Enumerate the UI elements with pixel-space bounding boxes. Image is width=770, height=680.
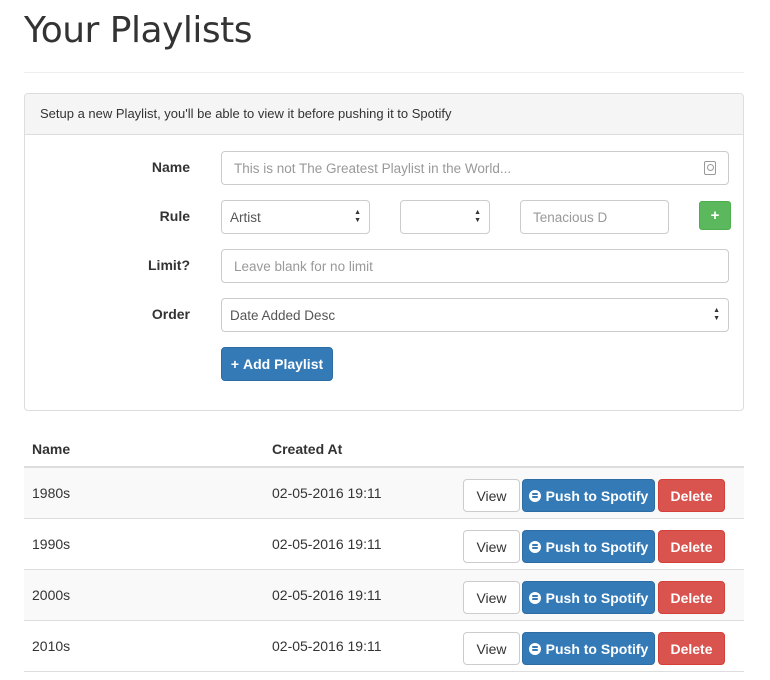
- header-created-at: Created At: [272, 441, 343, 457]
- select-arrows-icon: ▲ ▼: [713, 307, 720, 322]
- add-playlist-label: Add Playlist: [243, 356, 324, 372]
- rule-operator-select[interactable]: ▲ ▼: [400, 200, 490, 234]
- rule-value-input[interactable]: Tenacious D: [520, 200, 669, 234]
- playlist-created-at: 02-05-2016 19:11: [272, 485, 382, 501]
- playlist-created-at: 02-05-2016 19:11: [272, 638, 382, 654]
- table-row: 1990s 02-05-2016 19:11 View Push to Spot…: [24, 519, 744, 570]
- spotify-icon: [528, 642, 541, 655]
- spotify-icon: [528, 489, 541, 502]
- push-label: Push to Spotify: [545, 538, 649, 555]
- rule-field-select[interactable]: Artist ▲ ▼: [221, 200, 370, 234]
- limit-placeholder: Leave blank for no limit: [234, 258, 373, 274]
- select-arrows-icon: ▲ ▼: [474, 209, 481, 224]
- add-rule-button[interactable]: +: [699, 201, 731, 230]
- table-row: 2000s 02-05-2016 19:11 View Push to Spot…: [24, 570, 744, 621]
- order-select[interactable]: Date Added Desc ▲ ▼: [221, 298, 729, 332]
- playlist-name: 1990s: [32, 536, 71, 552]
- table-row: 2010s 02-05-2016 19:11 View Push to Spot…: [24, 621, 744, 672]
- delete-button[interactable]: Delete: [658, 530, 725, 563]
- spotify-icon: [528, 591, 541, 604]
- view-button[interactable]: View: [463, 581, 520, 614]
- playlist-name: 2000s: [32, 587, 71, 603]
- table-header: Name Created At: [24, 430, 744, 468]
- rule-label: Rule: [159, 208, 190, 224]
- name-input[interactable]: This is not The Greatest Playlist in the…: [221, 151, 729, 185]
- new-playlist-panel: Setup a new Playlist, you'll be able to …: [24, 93, 744, 411]
- push-to-spotify-button[interactable]: Push to Spotify: [522, 632, 655, 665]
- push-to-spotify-button[interactable]: Push to Spotify: [522, 581, 655, 614]
- name-placeholder: This is not The Greatest Playlist in the…: [234, 160, 512, 176]
- delete-button[interactable]: Delete: [658, 479, 725, 512]
- push-label: Push to Spotify: [545, 640, 649, 657]
- panel-heading: Setup a new Playlist, you'll be able to …: [25, 94, 743, 135]
- plus-icon: +: [230, 356, 240, 372]
- rule-value-placeholder: Tenacious D: [533, 209, 608, 225]
- push-label: Push to Spotify: [545, 589, 649, 606]
- delete-button[interactable]: Delete: [658, 632, 725, 665]
- playlist-created-at: 02-05-2016 19:11: [272, 587, 382, 603]
- limit-label: Limit?: [148, 257, 190, 273]
- title-divider: [24, 72, 744, 73]
- contact-card-icon: [704, 161, 716, 175]
- playlists-table: Name Created At 1980s 02-05-2016 19:11 V…: [24, 430, 744, 672]
- header-name: Name: [32, 441, 71, 457]
- page-title: Your Playlists: [24, 10, 253, 51]
- push-to-spotify-button[interactable]: Push to Spotify: [522, 530, 655, 563]
- playlist-name: 2010s: [32, 638, 71, 654]
- spotify-icon: [528, 540, 541, 553]
- playlist-name: 1980s: [32, 485, 71, 501]
- add-playlist-button[interactable]: + Add Playlist: [221, 347, 333, 381]
- push-label: Push to Spotify: [545, 487, 649, 504]
- push-to-spotify-button[interactable]: Push to Spotify: [522, 479, 655, 512]
- name-label: Name: [151, 159, 190, 175]
- view-button[interactable]: View: [463, 530, 520, 563]
- page: Your Playlists Setup a new Playlist, you…: [0, 0, 770, 680]
- playlist-created-at: 02-05-2016 19:11: [272, 536, 382, 552]
- rule-field-value: Artist: [230, 209, 261, 225]
- view-button[interactable]: View: [463, 479, 520, 512]
- limit-input[interactable]: Leave blank for no limit: [221, 249, 729, 283]
- delete-button[interactable]: Delete: [658, 581, 725, 614]
- table-row: 1980s 02-05-2016 19:11 View Push to Spot…: [24, 468, 744, 519]
- order-value: Date Added Desc: [230, 307, 336, 323]
- select-arrows-icon: ▲ ▼: [354, 209, 361, 224]
- order-label: Order: [151, 306, 190, 322]
- view-button[interactable]: View: [463, 632, 520, 665]
